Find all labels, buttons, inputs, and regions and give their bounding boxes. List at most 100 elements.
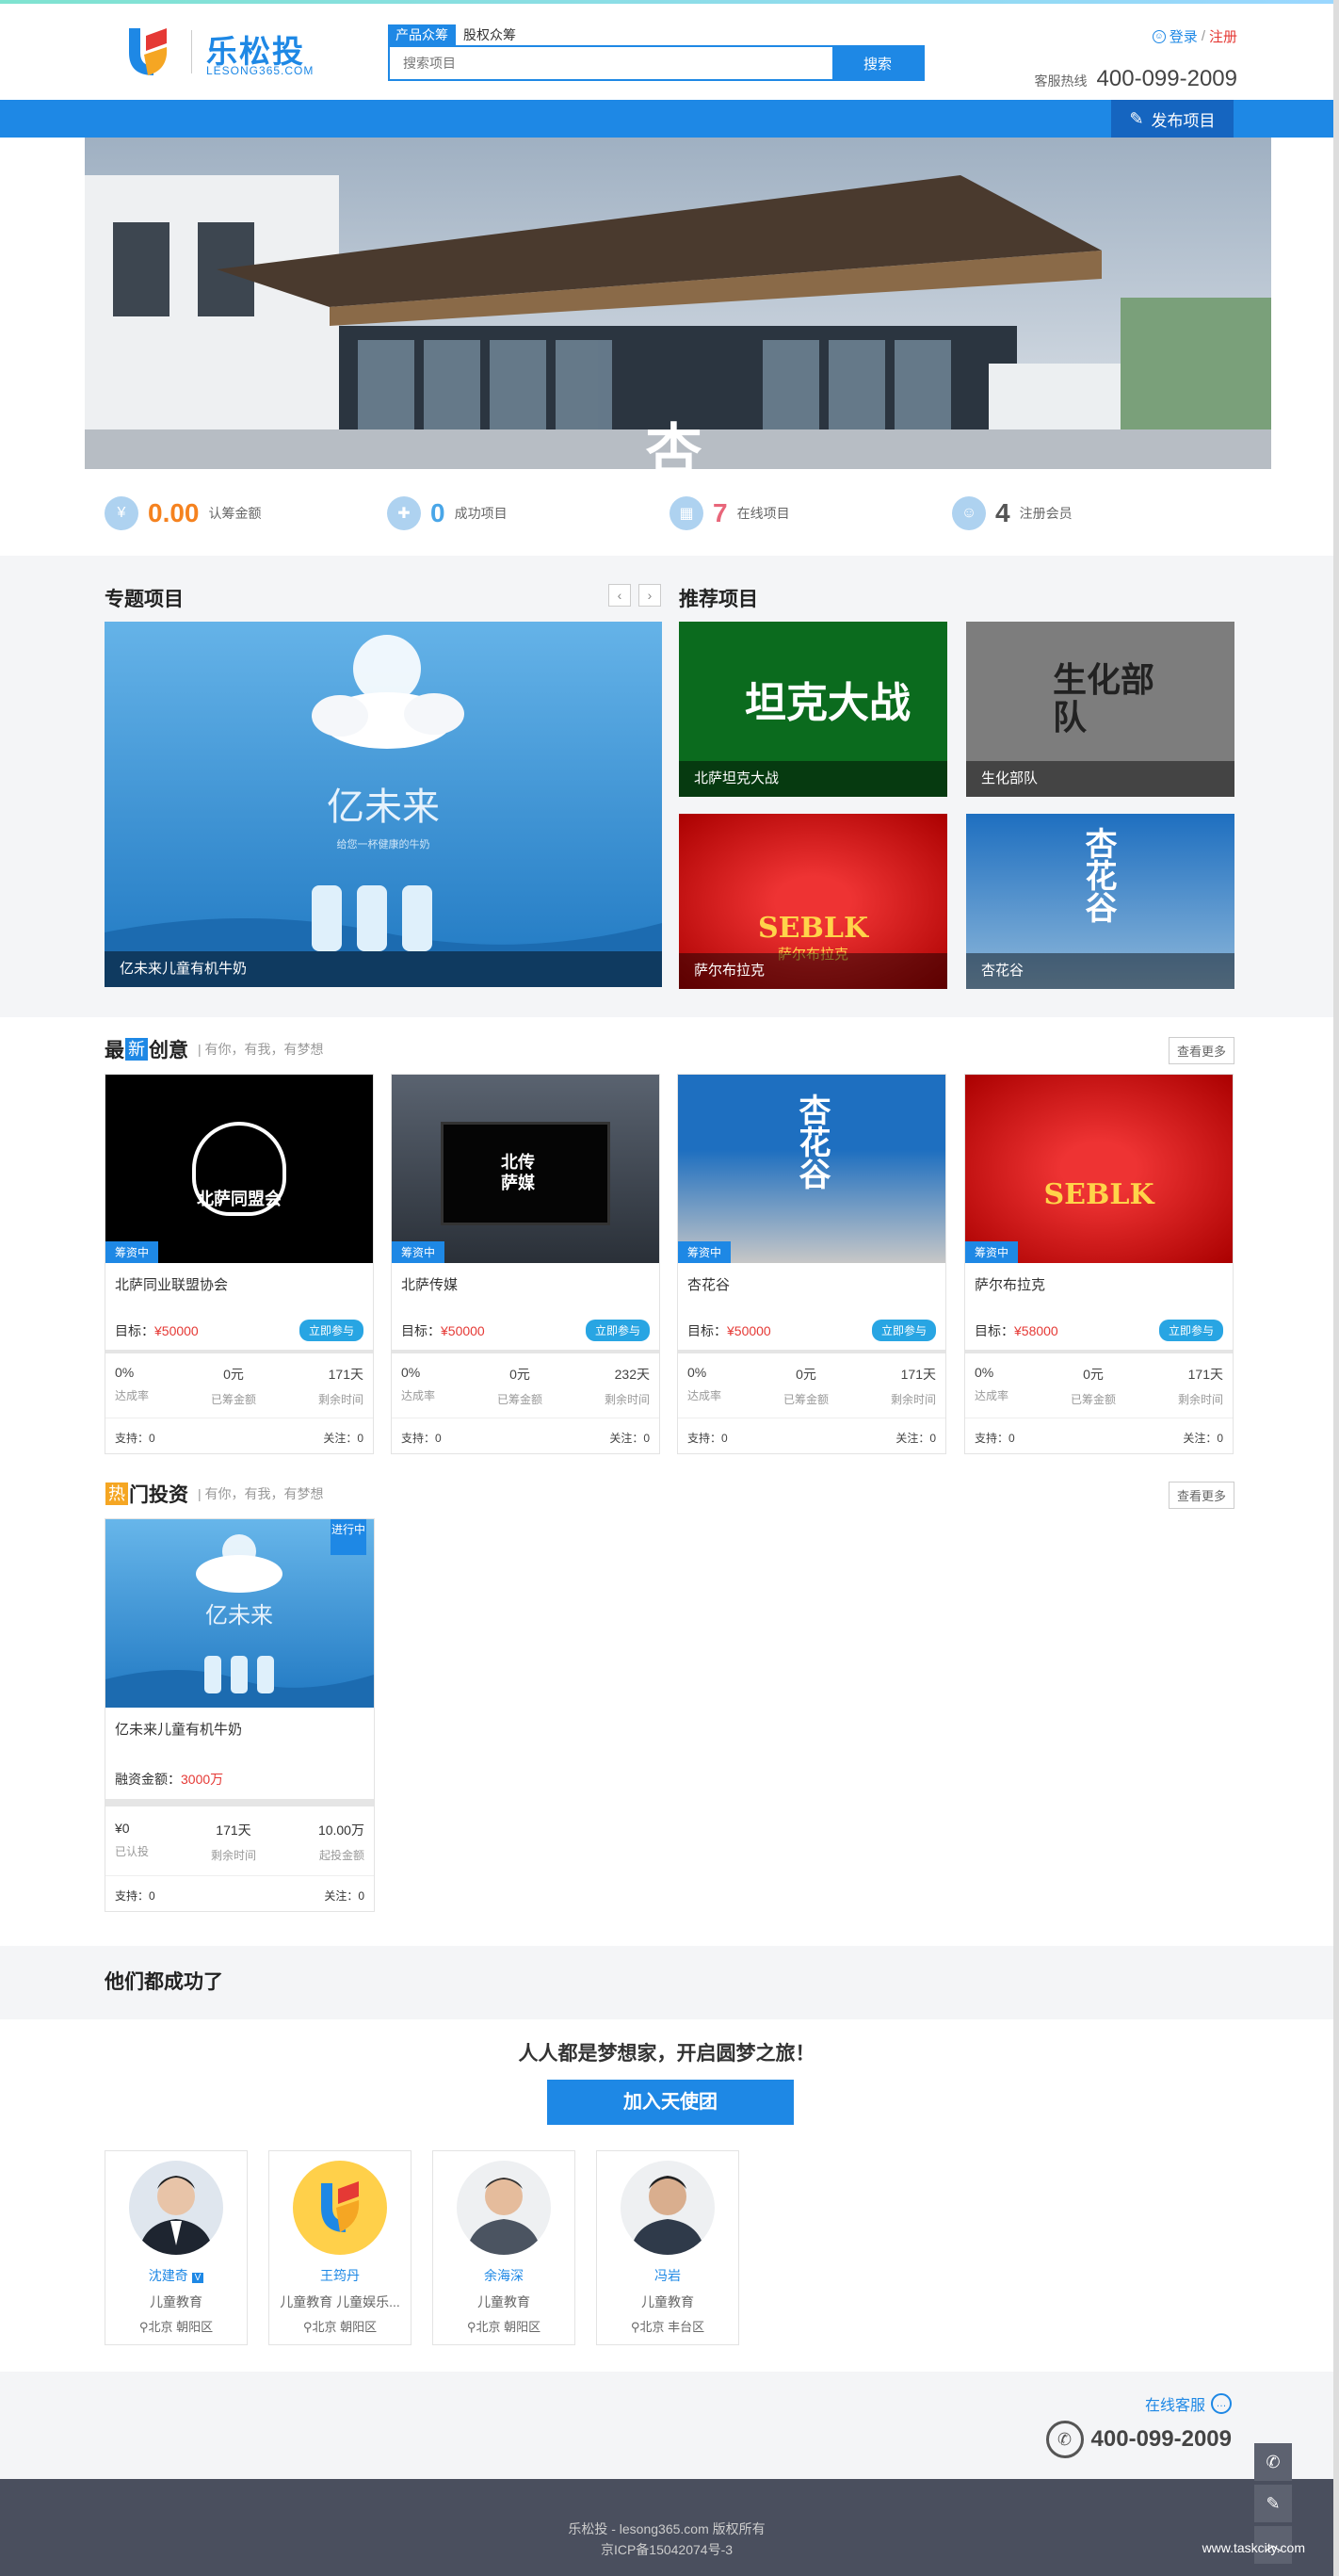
money-icon: ¥ [105,496,138,530]
tile-art: 坦克大战 [745,680,911,726]
status-badge: 筹资中 [105,1241,159,1263]
member-desc: 儿童教育 儿童娱乐... [280,2294,400,2309]
avatar [621,2161,715,2255]
join-button[interactable]: 立即参与 [1158,1320,1223,1341]
section-title-post: 门投资 [129,1484,188,1506]
search-tab-product[interactable]: 产品众筹 [388,24,456,45]
project-metrics: 0% 达成率 0元 已筹金额 171天 剩余时间 [687,1365,936,1406]
join-angel-team-button[interactable]: 加入天使团 [547,2080,794,2125]
member-name: 冯岩 [654,2268,681,2283]
chat-icon: … [1211,2393,1232,2414]
newest-ideas-header: 最 新 创意 | 有你，有我，有梦想 查看更多 [105,1035,1234,1064]
section-title-pre: 最 [105,1040,124,1061]
project-name: 北萨传媒 [401,1277,459,1293]
status-badge: 筹资中 [678,1241,732,1263]
member-card[interactable]: 冯岩 儿童教育 ⚲北京 丰台区 [596,2150,739,2345]
member-location: ⚲北京 朝阳区 [138,2320,214,2334]
stat-label: 认筹金额 [208,506,262,521]
project-name: 杏花谷 [687,1277,731,1293]
publish-project-button[interactable]: ✎ 发布项目 [1111,100,1234,138]
stat-value: 0.00 [148,498,200,527]
progress-bar [965,1350,1233,1353]
section-title-highlight: 热 [105,1482,128,1505]
investment-name: 亿未来儿童有机牛奶 [115,1722,243,1738]
member-location: ⚲北京 朝阳区 [302,2320,378,2334]
stat-label: 注册会员 [1019,506,1073,521]
site-logo[interactable]: 乐松投 LESONG365.COM [125,26,323,79]
top-accent-line [0,0,1333,4]
project-footer: 支持：0 关注：0 [392,1418,659,1446]
hotline-label: 客服热线 [1034,73,1088,89]
online-service-link[interactable]: 在线客服 … [1145,2392,1232,2415]
tile-tank-battle[interactable]: 坦克大战 北萨坦克大战 [679,622,947,797]
project-image: SEBLK 筹资中 [965,1075,1233,1263]
member-card[interactable]: 余海深 儿童教育 ⚲北京 朝阳区 [432,2150,575,2345]
phone-icon[interactable]: ✆ [1254,2443,1292,2481]
tile-seblk[interactable]: SEBLK 萨尔布拉克 萨尔布拉克 [679,814,947,989]
project-footer: 支持：0 关注：0 [105,1418,373,1446]
banner-image: 杏花谷 [85,138,1271,469]
copyright: 乐松投 - lesong365.com 版权所有 [568,2521,766,2536]
phone-icon: ✆ [1045,2421,1084,2458]
tile-caption: 生化部队 [966,761,1234,797]
slogan: 人人都是梦想家，开启圆梦之旅！ [518,2043,815,2065]
recommended-projects-title: 推荐项目 [679,589,758,610]
featured-big-project[interactable]: 亿未来 给您一杯健康的牛奶 亿未来儿童有机牛奶 [105,622,662,987]
stat-value: 4 [995,498,1010,527]
project-card[interactable]: 北传萨媒 筹资中 北萨传媒 目标：¥50000 立即参与 0% 达成率 0元 已筹金… [391,1074,660,1454]
project-image: 北传萨媒 筹资中 [392,1075,659,1263]
hero-banner[interactable]: 杏花谷 [85,138,1271,469]
project-goal: 目标：¥58000 [975,1323,1058,1338]
stat-value: 0 [430,498,445,527]
join-button[interactable]: 立即参与 [871,1320,936,1341]
member-location: ⚲北京 丰台区 [630,2320,705,2334]
project-card[interactable]: SEBLK 筹资中 萨尔布拉克 目标：¥58000 立即参与 0% 达成率 0元已… [964,1074,1234,1454]
section-subtitle: | 有你，有我，有梦想 [198,1486,324,1501]
member-name: 王筠丹 [320,2268,360,2283]
progress-bar [392,1350,659,1353]
section-title-post: 创意 [149,1040,188,1061]
progress-bar [678,1350,945,1353]
search-button[interactable]: 搜索 [832,47,923,79]
member-card[interactable]: 沈建奇 V 儿童教育 ⚲北京 朝阳区 [105,2150,248,2345]
join-button[interactable]: 立即参与 [298,1320,363,1341]
view-more-button[interactable]: 查看更多 [1168,1037,1234,1064]
chevron-left-icon[interactable]: ‹ [608,584,631,607]
project-card[interactable]: 北萨同盟会 筹资中 北萨同业联盟协会 目标：¥50000 立即参与 0% 达成率 … [105,1074,374,1454]
project-art: SEBLK [1043,1178,1154,1211]
edit-icon[interactable]: ✎ [1254,2485,1292,2522]
project-name: 北萨同业联盟协会 [115,1277,229,1293]
search-tab-equity[interactable]: 股权众筹 [456,24,524,45]
project-metrics: 0% 达成率 0元 已筹金额 171天 剩余时间 [975,1365,1223,1406]
stats-bar: ¥ 0.00 认筹金额 ✚ 0 成功项目 ▦ 7 在线项目 ☺ 4 注册会员 [105,480,1234,546]
member-desc: 儿童教育 [477,2294,530,2309]
project-card[interactable]: 杏花谷 筹资中 杏花谷 目标：¥50000 立即参与 0% 达成率 0元 已筹金额 … [677,1074,946,1454]
tile-apricot-valley[interactable]: 杏花谷 杏花谷 [966,814,1234,989]
logo-domain: LESONG365.COM [206,64,315,77]
investment-card[interactable]: 亿未来 进行中 亿未来儿童有机牛奶 融资金额：3000万 ¥0 已认投 171天剩… [105,1518,375,1912]
join-button[interactable]: 立即参与 [585,1320,650,1341]
progress-bar [105,1350,373,1353]
milk-banner-image: 亿未来 给您一杯健康的牛奶 [105,635,662,987]
search-input[interactable] [390,47,832,79]
tile-caption: 北萨坦克大战 [679,761,947,797]
member-card[interactable]: 王筠丹 儿童教育 儿童娱乐... ⚲北京 朝阳区 [268,2150,411,2345]
publish-label: 发布项目 [1151,111,1216,130]
login-link[interactable]: 登录 [1170,26,1198,46]
watermark: www.taskcity.com [1202,2540,1305,2555]
avatar [457,2161,551,2255]
tile-caption: 亿未来儿童有机牛奶 [105,951,662,987]
chevron-right-icon[interactable]: › [638,584,661,607]
contact-section: 在线客服 … ✆ 400-099-2009 [0,2372,1333,2479]
project-goal: 目标：¥50000 [687,1323,771,1338]
tile-art: 生化部队 [1053,660,1155,737]
in-progress-badge: 进行中 [331,1519,366,1555]
project-footer: 支持：0 关注：0 [965,1418,1233,1446]
register-link[interactable]: 注册 [1209,26,1237,46]
project-goal: 目标：¥50000 [401,1323,485,1338]
tile-biochem-force[interactable]: 生化部队 生化部队 [966,622,1234,797]
stat-label: 成功项目 [454,506,508,521]
tile-caption: 萨尔布拉克 [679,953,947,989]
investment-amount: 融资金额：3000万 [115,1772,224,1787]
view-more-button[interactable]: 查看更多 [1168,1482,1234,1509]
